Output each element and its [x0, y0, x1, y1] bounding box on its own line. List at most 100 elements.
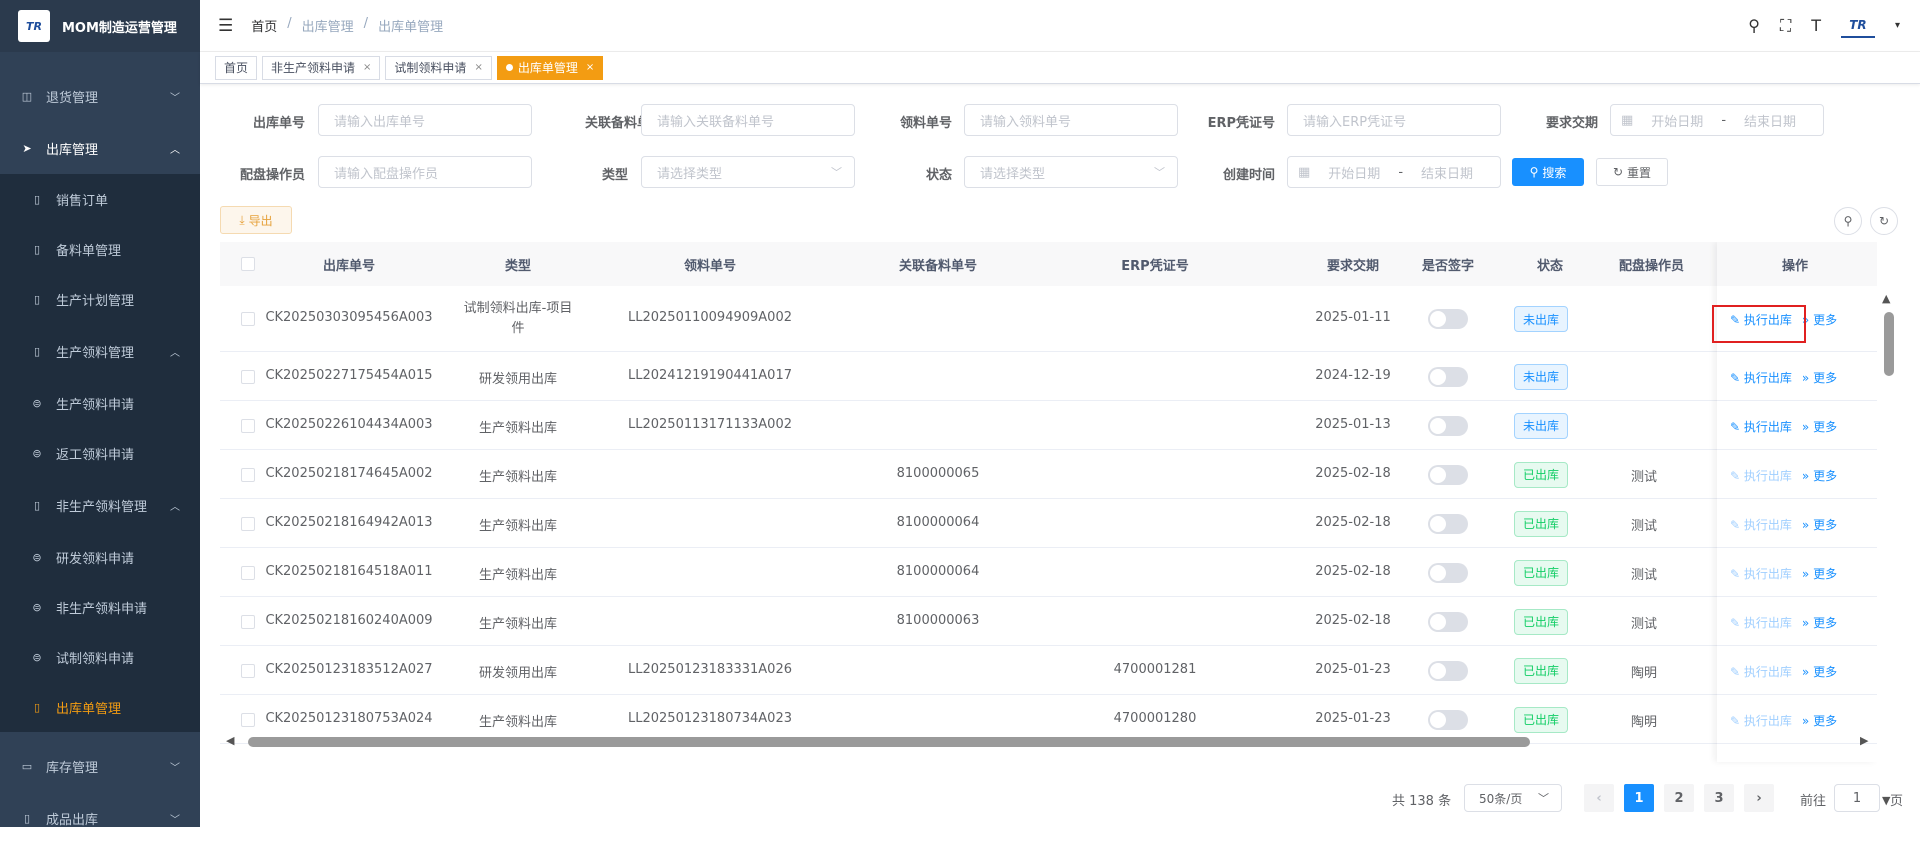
- row-checkbox[interactable]: [241, 370, 255, 384]
- signed-switch[interactable]: [1428, 514, 1468, 534]
- refresh-button[interactable]: ↻: [1870, 207, 1898, 235]
- sidebar-item-nonprod-apply[interactable]: ⊜ 非生产领料申请: [0, 582, 200, 632]
- scroll-left-icon[interactable]: ◀: [226, 734, 234, 747]
- search-button[interactable]: ⚲搜索: [1512, 158, 1584, 186]
- more-button[interactable]: » 更多: [1802, 663, 1837, 680]
- close-icon[interactable]: ×: [363, 62, 371, 73]
- next-page-button[interactable]: ›: [1744, 784, 1774, 812]
- sidebar-item-trial-apply[interactable]: ⊜ 试制领料申请: [0, 632, 200, 682]
- row-checkbox[interactable]: [241, 615, 255, 629]
- select-all-checkbox[interactable]: [241, 257, 255, 271]
- font-size-icon[interactable]: T: [1811, 16, 1821, 35]
- tag-nonprod-apply[interactable]: 非生产领料申请×: [262, 56, 380, 80]
- outbound-no-input[interactable]: 请输入出库单号: [318, 104, 532, 136]
- signed-switch[interactable]: [1428, 367, 1468, 387]
- vertical-scrollbar[interactable]: ▲ ▼: [1880, 292, 1898, 732]
- sidebar-item-inventory[interactable]: ▭ 库存管理 ﹀: [0, 740, 200, 792]
- execute-outbound-button[interactable]: ✎ 执行出库: [1730, 418, 1792, 435]
- sidebar-item-rework-apply[interactable]: ⊜ 返工领料申请: [0, 428, 200, 478]
- breadcrumb-outbound: 出库管理: [302, 16, 354, 35]
- signed-switch[interactable]: [1428, 661, 1468, 681]
- row-checkbox[interactable]: [241, 566, 255, 580]
- more-button[interactable]: » 更多: [1802, 418, 1837, 435]
- page-3-button[interactable]: 3: [1704, 784, 1734, 812]
- execute-outbound-button[interactable]: ✎ 执行出库: [1730, 712, 1792, 729]
- close-icon[interactable]: ×: [586, 62, 594, 73]
- more-button[interactable]: » 更多: [1802, 712, 1837, 729]
- menu-toggle-icon[interactable]: ☰: [218, 16, 233, 36]
- scrollbar-thumb[interactable]: [248, 737, 1530, 747]
- monitor-icon: ▭: [20, 759, 34, 773]
- edit-icon: ✎: [1730, 665, 1740, 679]
- erp-no-input[interactable]: 请输入ERP凭证号: [1287, 104, 1501, 136]
- more-button[interactable]: » 更多: [1802, 614, 1837, 631]
- scroll-up-icon[interactable]: ▲: [1882, 292, 1890, 305]
- signed-switch[interactable]: [1428, 309, 1468, 329]
- pick-no-input[interactable]: 请输入领料单号: [964, 104, 1178, 136]
- tag-trial-apply[interactable]: 试制领料申请×: [385, 56, 491, 80]
- horizontal-scrollbar[interactable]: ◀ ▶: [220, 734, 1880, 750]
- sidebar-item-outbound[interactable]: ➤ 出库管理 ︿: [0, 122, 200, 174]
- signed-switch[interactable]: [1428, 612, 1468, 632]
- page-2-button[interactable]: 2: [1664, 784, 1694, 812]
- row-checkbox[interactable]: [241, 517, 255, 531]
- more-button[interactable]: » 更多: [1802, 311, 1837, 328]
- execute-outbound-button[interactable]: ✎ 执行出库: [1730, 516, 1792, 533]
- row-checkbox[interactable]: [241, 419, 255, 433]
- sidebar-item-nonprod-pick[interactable]: ▯ 非生产领料管理 ︿: [0, 478, 200, 532]
- signed-switch[interactable]: [1428, 416, 1468, 436]
- edit-icon: ✎: [1730, 469, 1740, 483]
- signed-switch[interactable]: [1428, 465, 1468, 485]
- page-1-button[interactable]: 1: [1624, 784, 1654, 812]
- related-no-input[interactable]: 请输入关联备料单号: [641, 104, 855, 136]
- more-button[interactable]: » 更多: [1802, 516, 1837, 533]
- reset-button[interactable]: ↻重置: [1596, 158, 1668, 186]
- execute-outbound-button[interactable]: ✎ 执行出库: [1730, 565, 1792, 582]
- sidebar-item-sales-order[interactable]: ▯ 销售订单: [0, 174, 200, 224]
- toggle-search-button[interactable]: ⚲: [1834, 207, 1862, 235]
- row-checkbox[interactable]: [241, 713, 255, 727]
- execute-outbound-button[interactable]: ✎ 执行出库: [1730, 663, 1792, 680]
- row-checkbox[interactable]: [241, 468, 255, 482]
- search-icon[interactable]: ⚲: [1748, 16, 1760, 35]
- page-size-select[interactable]: 50条/页 ﹀: [1464, 784, 1562, 812]
- type-select[interactable]: 请选择类型﹀: [641, 156, 855, 188]
- more-button[interactable]: » 更多: [1802, 369, 1837, 386]
- execute-outbound-button[interactable]: ✎ 执行出库: [1730, 467, 1792, 484]
- cell-pick-no: LL20241219190441A017: [620, 368, 800, 383]
- operator-input[interactable]: 请输入配盘操作员: [318, 156, 532, 188]
- goto-page-input[interactable]: 1: [1834, 784, 1880, 812]
- sidebar-item-plan[interactable]: ▯ 生产计划管理: [0, 274, 200, 324]
- prev-page-button[interactable]: ‹: [1584, 784, 1614, 812]
- more-button[interactable]: » 更多: [1802, 565, 1837, 582]
- avatar[interactable]: TR: [1841, 14, 1875, 38]
- placeholder: 请选择类型: [657, 163, 722, 182]
- tag-outbound-order[interactable]: 出库单管理×: [497, 56, 603, 80]
- sidebar-item-returns[interactable]: ◫ 退货管理 ﹀: [0, 70, 200, 122]
- breadcrumb-home[interactable]: 首页: [251, 16, 277, 35]
- sidebar-item-finished[interactable]: ▯ 成品出库 ﹀: [0, 792, 200, 844]
- signed-switch[interactable]: [1428, 563, 1468, 583]
- sidebar-item-rd-apply[interactable]: ⊜ 研发领料申请: [0, 532, 200, 582]
- tag-home[interactable]: 首页: [215, 56, 257, 80]
- caret-down-icon[interactable]: ▾: [1895, 20, 1900, 31]
- cell-type: 生产领料出库: [458, 515, 578, 534]
- sidebar-item-outbound-order[interactable]: ▯ 出库单管理: [0, 682, 200, 732]
- sidebar-item-prod-pick-apply[interactable]: ⊜ 生产领料申请: [0, 378, 200, 428]
- scroll-right-icon[interactable]: ▶: [1860, 734, 1868, 747]
- fullscreen-icon[interactable]: ⛶: [1780, 16, 1791, 36]
- status-select[interactable]: 请选择类型﹀: [964, 156, 1178, 188]
- created-date-range[interactable]: ▦ 开始日期 - 结束日期: [1287, 156, 1501, 188]
- row-checkbox[interactable]: [241, 312, 255, 326]
- close-icon[interactable]: ×: [474, 62, 482, 73]
- due-date-range[interactable]: ▦ 开始日期 - 结束日期: [1610, 104, 1824, 136]
- scrollbar-thumb[interactable]: [1884, 312, 1894, 376]
- more-button[interactable]: » 更多: [1802, 467, 1837, 484]
- sidebar-item-prod-pick[interactable]: ▯ 生产领料管理 ︿: [0, 324, 200, 378]
- signed-switch[interactable]: [1428, 710, 1468, 730]
- execute-outbound-button[interactable]: ✎ 执行出库: [1730, 369, 1792, 386]
- row-checkbox[interactable]: [241, 664, 255, 678]
- export-button[interactable]: ⤓导出: [220, 206, 292, 234]
- execute-outbound-button[interactable]: ✎ 执行出库: [1730, 614, 1792, 631]
- sidebar-item-prep[interactable]: ▯ 备料单管理: [0, 224, 200, 274]
